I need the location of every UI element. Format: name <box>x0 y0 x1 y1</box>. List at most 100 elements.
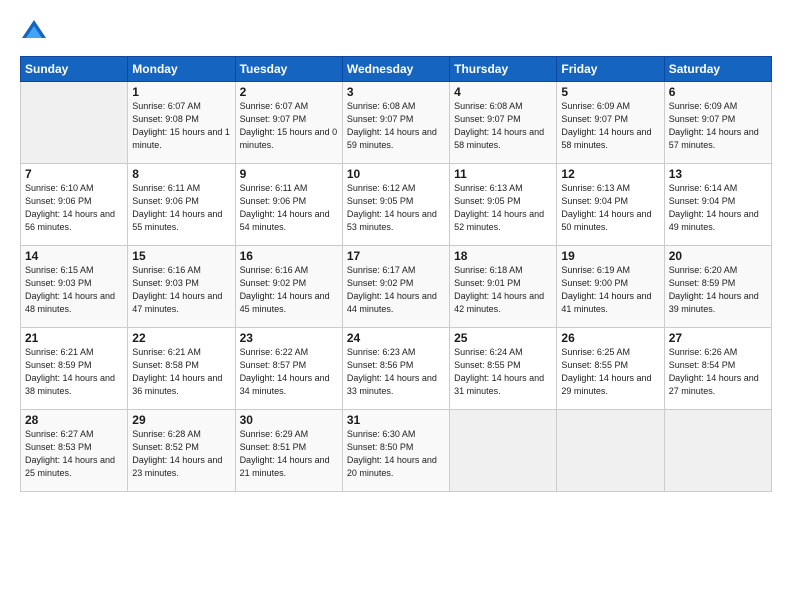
calendar-cell: 17Sunrise: 6:17 AMSunset: 9:02 PMDayligh… <box>342 246 449 328</box>
page: SundayMondayTuesdayWednesdayThursdayFrid… <box>0 0 792 612</box>
day-info: Sunrise: 6:09 AMSunset: 9:07 PMDaylight:… <box>561 100 659 152</box>
day-number: 14 <box>25 249 123 263</box>
calendar-cell: 3Sunrise: 6:08 AMSunset: 9:07 PMDaylight… <box>342 82 449 164</box>
day-info: Sunrise: 6:29 AMSunset: 8:51 PMDaylight:… <box>240 428 338 480</box>
calendar-cell <box>450 410 557 492</box>
logo <box>20 18 52 46</box>
day-info: Sunrise: 6:14 AMSunset: 9:04 PMDaylight:… <box>669 182 767 234</box>
day-number: 21 <box>25 331 123 345</box>
calendar-cell: 11Sunrise: 6:13 AMSunset: 9:05 PMDayligh… <box>450 164 557 246</box>
day-info: Sunrise: 6:11 AMSunset: 9:06 PMDaylight:… <box>132 182 230 234</box>
day-number: 4 <box>454 85 552 99</box>
calendar-cell: 22Sunrise: 6:21 AMSunset: 8:58 PMDayligh… <box>128 328 235 410</box>
day-info: Sunrise: 6:22 AMSunset: 8:57 PMDaylight:… <box>240 346 338 398</box>
day-info: Sunrise: 6:21 AMSunset: 8:59 PMDaylight:… <box>25 346 123 398</box>
day-number: 29 <box>132 413 230 427</box>
calendar-cell: 9Sunrise: 6:11 AMSunset: 9:06 PMDaylight… <box>235 164 342 246</box>
weekday-header-sunday: Sunday <box>21 57 128 82</box>
calendar-cell: 19Sunrise: 6:19 AMSunset: 9:00 PMDayligh… <box>557 246 664 328</box>
day-info: Sunrise: 6:21 AMSunset: 8:58 PMDaylight:… <box>132 346 230 398</box>
calendar-cell: 10Sunrise: 6:12 AMSunset: 9:05 PMDayligh… <box>342 164 449 246</box>
day-number: 17 <box>347 249 445 263</box>
day-number: 27 <box>669 331 767 345</box>
calendar-cell: 18Sunrise: 6:18 AMSunset: 9:01 PMDayligh… <box>450 246 557 328</box>
weekday-header-row: SundayMondayTuesdayWednesdayThursdayFrid… <box>21 57 772 82</box>
logo-icon <box>20 18 48 46</box>
day-info: Sunrise: 6:24 AMSunset: 8:55 PMDaylight:… <box>454 346 552 398</box>
weekday-header-tuesday: Tuesday <box>235 57 342 82</box>
day-number: 1 <box>132 85 230 99</box>
day-number: 24 <box>347 331 445 345</box>
day-info: Sunrise: 6:10 AMSunset: 9:06 PMDaylight:… <box>25 182 123 234</box>
day-number: 16 <box>240 249 338 263</box>
weekday-header-monday: Monday <box>128 57 235 82</box>
day-number: 9 <box>240 167 338 181</box>
day-info: Sunrise: 6:30 AMSunset: 8:50 PMDaylight:… <box>347 428 445 480</box>
calendar-cell: 15Sunrise: 6:16 AMSunset: 9:03 PMDayligh… <box>128 246 235 328</box>
day-info: Sunrise: 6:08 AMSunset: 9:07 PMDaylight:… <box>347 100 445 152</box>
calendar-cell: 28Sunrise: 6:27 AMSunset: 8:53 PMDayligh… <box>21 410 128 492</box>
weekday-header-thursday: Thursday <box>450 57 557 82</box>
day-number: 15 <box>132 249 230 263</box>
calendar-cell <box>557 410 664 492</box>
day-number: 3 <box>347 85 445 99</box>
day-number: 18 <box>454 249 552 263</box>
day-info: Sunrise: 6:07 AMSunset: 9:08 PMDaylight:… <box>132 100 230 152</box>
day-info: Sunrise: 6:25 AMSunset: 8:55 PMDaylight:… <box>561 346 659 398</box>
calendar-week-row: 1Sunrise: 6:07 AMSunset: 9:08 PMDaylight… <box>21 82 772 164</box>
calendar-week-row: 7Sunrise: 6:10 AMSunset: 9:06 PMDaylight… <box>21 164 772 246</box>
header <box>20 18 772 46</box>
calendar-cell: 1Sunrise: 6:07 AMSunset: 9:08 PMDaylight… <box>128 82 235 164</box>
day-number: 11 <box>454 167 552 181</box>
day-info: Sunrise: 6:15 AMSunset: 9:03 PMDaylight:… <box>25 264 123 316</box>
calendar-cell: 4Sunrise: 6:08 AMSunset: 9:07 PMDaylight… <box>450 82 557 164</box>
day-number: 12 <box>561 167 659 181</box>
calendar-cell: 5Sunrise: 6:09 AMSunset: 9:07 PMDaylight… <box>557 82 664 164</box>
day-number: 10 <box>347 167 445 181</box>
calendar-cell: 29Sunrise: 6:28 AMSunset: 8:52 PMDayligh… <box>128 410 235 492</box>
calendar-cell <box>21 82 128 164</box>
calendar-cell: 23Sunrise: 6:22 AMSunset: 8:57 PMDayligh… <box>235 328 342 410</box>
day-info: Sunrise: 6:08 AMSunset: 9:07 PMDaylight:… <box>454 100 552 152</box>
calendar-cell: 31Sunrise: 6:30 AMSunset: 8:50 PMDayligh… <box>342 410 449 492</box>
day-info: Sunrise: 6:19 AMSunset: 9:00 PMDaylight:… <box>561 264 659 316</box>
day-info: Sunrise: 6:16 AMSunset: 9:02 PMDaylight:… <box>240 264 338 316</box>
day-number: 28 <box>25 413 123 427</box>
calendar-cell: 14Sunrise: 6:15 AMSunset: 9:03 PMDayligh… <box>21 246 128 328</box>
calendar-cell: 13Sunrise: 6:14 AMSunset: 9:04 PMDayligh… <box>664 164 771 246</box>
day-info: Sunrise: 6:16 AMSunset: 9:03 PMDaylight:… <box>132 264 230 316</box>
day-number: 2 <box>240 85 338 99</box>
day-info: Sunrise: 6:27 AMSunset: 8:53 PMDaylight:… <box>25 428 123 480</box>
day-number: 30 <box>240 413 338 427</box>
day-number: 23 <box>240 331 338 345</box>
day-number: 13 <box>669 167 767 181</box>
day-number: 20 <box>669 249 767 263</box>
calendar-cell: 26Sunrise: 6:25 AMSunset: 8:55 PMDayligh… <box>557 328 664 410</box>
day-number: 31 <box>347 413 445 427</box>
calendar-cell <box>664 410 771 492</box>
day-info: Sunrise: 6:26 AMSunset: 8:54 PMDaylight:… <box>669 346 767 398</box>
weekday-header-wednesday: Wednesday <box>342 57 449 82</box>
calendar-cell: 20Sunrise: 6:20 AMSunset: 8:59 PMDayligh… <box>664 246 771 328</box>
day-number: 8 <box>132 167 230 181</box>
day-number: 6 <box>669 85 767 99</box>
calendar-cell: 7Sunrise: 6:10 AMSunset: 9:06 PMDaylight… <box>21 164 128 246</box>
calendar-cell: 6Sunrise: 6:09 AMSunset: 9:07 PMDaylight… <box>664 82 771 164</box>
day-number: 25 <box>454 331 552 345</box>
calendar-week-row: 14Sunrise: 6:15 AMSunset: 9:03 PMDayligh… <box>21 246 772 328</box>
day-info: Sunrise: 6:12 AMSunset: 9:05 PMDaylight:… <box>347 182 445 234</box>
day-number: 19 <box>561 249 659 263</box>
day-info: Sunrise: 6:13 AMSunset: 9:05 PMDaylight:… <box>454 182 552 234</box>
day-number: 22 <box>132 331 230 345</box>
calendar-week-row: 21Sunrise: 6:21 AMSunset: 8:59 PMDayligh… <box>21 328 772 410</box>
day-info: Sunrise: 6:07 AMSunset: 9:07 PMDaylight:… <box>240 100 338 152</box>
day-info: Sunrise: 6:17 AMSunset: 9:02 PMDaylight:… <box>347 264 445 316</box>
day-info: Sunrise: 6:20 AMSunset: 8:59 PMDaylight:… <box>669 264 767 316</box>
calendar-cell: 8Sunrise: 6:11 AMSunset: 9:06 PMDaylight… <box>128 164 235 246</box>
calendar-table: SundayMondayTuesdayWednesdayThursdayFrid… <box>20 56 772 492</box>
calendar-week-row: 28Sunrise: 6:27 AMSunset: 8:53 PMDayligh… <box>21 410 772 492</box>
calendar-cell: 30Sunrise: 6:29 AMSunset: 8:51 PMDayligh… <box>235 410 342 492</box>
day-info: Sunrise: 6:23 AMSunset: 8:56 PMDaylight:… <box>347 346 445 398</box>
calendar-cell: 21Sunrise: 6:21 AMSunset: 8:59 PMDayligh… <box>21 328 128 410</box>
weekday-header-saturday: Saturday <box>664 57 771 82</box>
